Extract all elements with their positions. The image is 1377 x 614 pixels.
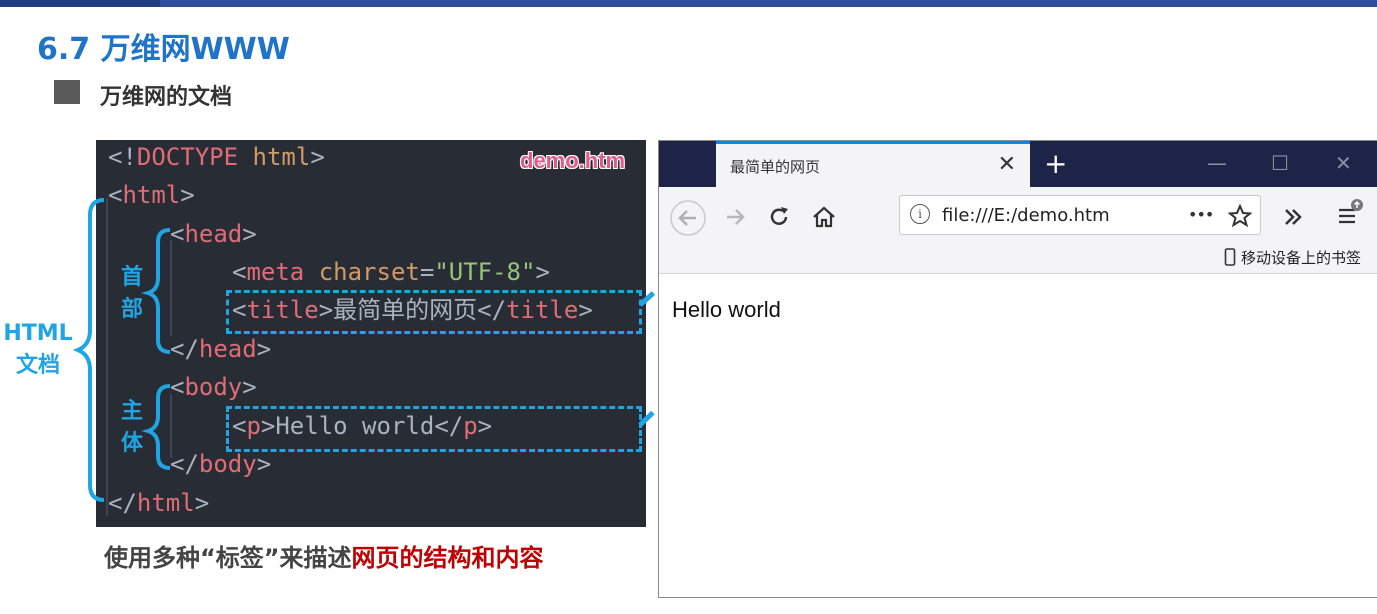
file-name-label: demo.htm	[520, 148, 626, 173]
slide-subtitle: 万维网的文档	[100, 85, 233, 110]
p-highlight-box	[226, 406, 642, 452]
hamburger-menu-icon[interactable]	[1335, 197, 1365, 227]
code-line-body-open: <body>	[170, 373, 257, 401]
bullet-square-icon	[54, 80, 80, 104]
browser-window: 最简单的网页 ✕ + — ☐ ✕ i file:///E:/demo.htm •…	[658, 140, 1377, 598]
slide-caption: 使用多种“标签”来描述网页的结构和内容	[104, 544, 544, 572]
mobile-bookmarks-link[interactable]: 移动设备上的书签	[1224, 247, 1361, 268]
browser-tab[interactable]: 最简单的网页 ✕	[716, 141, 1030, 187]
title-highlight-box	[226, 290, 642, 334]
browser-titlebar: 最简单的网页 ✕ + — ☐ ✕	[659, 141, 1377, 187]
indent-guide	[170, 240, 172, 336]
tab-close-icon[interactable]: ✕	[998, 152, 1016, 177]
star-icon[interactable]	[1228, 204, 1252, 228]
maximize-button[interactable]: ☐	[1271, 151, 1289, 175]
slide-top-bar-tab	[0, 0, 160, 7]
indent-guide	[106, 198, 108, 516]
tab-title: 最简单的网页	[730, 158, 821, 176]
forward-arrow-icon[interactable]	[723, 205, 747, 229]
page-actions-more-icon[interactable]: •••	[1188, 205, 1214, 224]
chevron-double-right-icon[interactable]	[1281, 205, 1305, 229]
url-text: file:///E:/demo.htm	[942, 205, 1110, 226]
back-arrow-icon[interactable]	[669, 199, 707, 237]
minimize-button[interactable]: —	[1207, 151, 1227, 175]
code-line-meta: <meta charset="UTF-8">	[232, 258, 550, 286]
url-bar[interactable]: i file:///E:/demo.htm •••	[899, 195, 1261, 235]
mobile-device-icon	[1224, 248, 1236, 266]
new-tab-button[interactable]: +	[1044, 147, 1067, 180]
code-line-body-close: </body>	[170, 450, 272, 478]
home-icon[interactable]	[811, 204, 837, 230]
code-line-html-open: <html>	[108, 181, 195, 209]
bookmark-label: 移动设备上的书签	[1240, 249, 1361, 267]
code-line-html-close: </html>	[108, 489, 210, 517]
page-content-text: Hello world	[672, 297, 781, 322]
code-line-head-close: </head>	[170, 335, 272, 363]
code-line-head-open: <head>	[170, 220, 257, 248]
head-label: 首部	[120, 265, 143, 322]
code-line-doctype: <!DOCTYPE html>	[108, 143, 325, 171]
body-label: 主体	[120, 399, 143, 456]
slide-title: 6.7 万维网WWW	[37, 32, 290, 67]
close-window-button[interactable]: ✕	[1335, 151, 1352, 175]
info-icon[interactable]: i	[910, 204, 930, 224]
reload-icon[interactable]	[767, 205, 791, 229]
slide-top-bar	[0, 0, 1377, 7]
browser-navbar: i file:///E:/demo.htm ••• 移动设备上的书签	[659, 187, 1377, 274]
html-document-label: HTML 文档	[3, 321, 73, 378]
